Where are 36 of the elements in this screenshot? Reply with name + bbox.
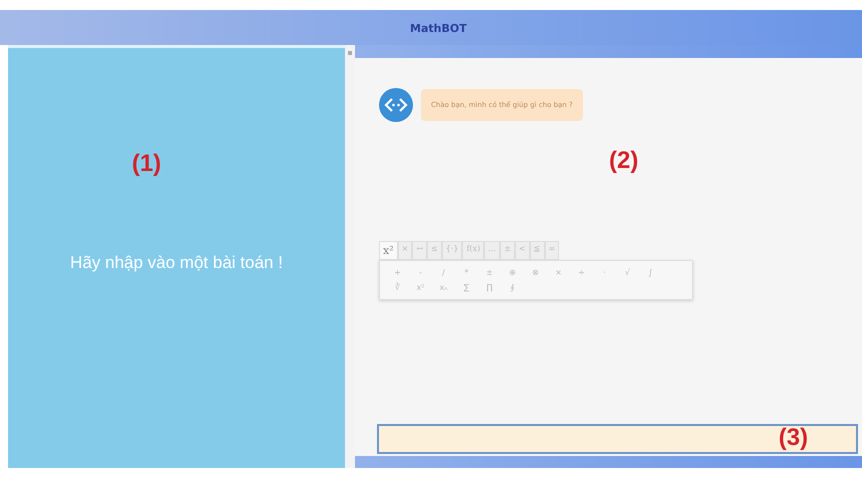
region-marker: (3) bbox=[778, 424, 808, 452]
keyboard-tab[interactable]: ∞ bbox=[544, 241, 560, 260]
keyboard-key[interactable]: ± bbox=[478, 265, 501, 280]
keyboard-key[interactable]: ∏ bbox=[478, 280, 501, 295]
region-marker: (1) bbox=[132, 150, 162, 178]
keyboard-key[interactable]: ÷ bbox=[570, 265, 593, 280]
keyboard-tab[interactable]: < bbox=[514, 241, 530, 260]
keyboard-key[interactable]: √ bbox=[616, 265, 639, 280]
keyboard-key[interactable]: ∫ bbox=[639, 265, 662, 280]
keyboard-key[interactable]: · bbox=[593, 265, 616, 280]
keyboard-key[interactable]: × bbox=[547, 265, 570, 280]
keyboard-key[interactable]: ⊕ bbox=[501, 265, 524, 280]
keyboard-key[interactable]: ⊗ bbox=[524, 265, 547, 280]
keyboard-key[interactable]: ∛ bbox=[386, 280, 409, 295]
keyboard-tab[interactable]: ↔ bbox=[412, 241, 428, 260]
keyboard-tab[interactable]: ≤ bbox=[427, 241, 442, 260]
keyboard-key[interactable]: - bbox=[409, 265, 432, 280]
keyboard-key[interactable]: + bbox=[386, 265, 409, 280]
keyboard-key[interactable]: ∮ bbox=[501, 280, 524, 295]
bot-avatar-icon bbox=[379, 88, 413, 122]
keyboard-tab[interactable]: … bbox=[484, 241, 500, 260]
region-marker: (2) bbox=[609, 147, 638, 175]
keyboard-tab[interactable]: × bbox=[398, 241, 412, 260]
prompt-text: Hãy nhập vào một bài toán ! bbox=[70, 253, 283, 273]
keyboard-tab[interactable]: ± bbox=[500, 241, 515, 260]
keyboard-key[interactable]: x² bbox=[409, 280, 432, 295]
keyboard-key[interactable]: * bbox=[455, 265, 478, 280]
keyboard-tab[interactable]: ≦ bbox=[530, 241, 545, 260]
keyboard-key[interactable]: xₙ bbox=[432, 280, 455, 295]
scrollbar[interactable] bbox=[345, 45, 355, 468]
keyboard-tab[interactable]: {·} bbox=[442, 241, 462, 260]
keyboard-key[interactable]: ∑ bbox=[455, 280, 478, 295]
keyboard-tab[interactable]: x² bbox=[379, 241, 398, 260]
keyboard-key[interactable]: / bbox=[432, 265, 455, 280]
input-field[interactable] bbox=[377, 424, 858, 454]
app-title: MathBOT bbox=[410, 22, 467, 37]
